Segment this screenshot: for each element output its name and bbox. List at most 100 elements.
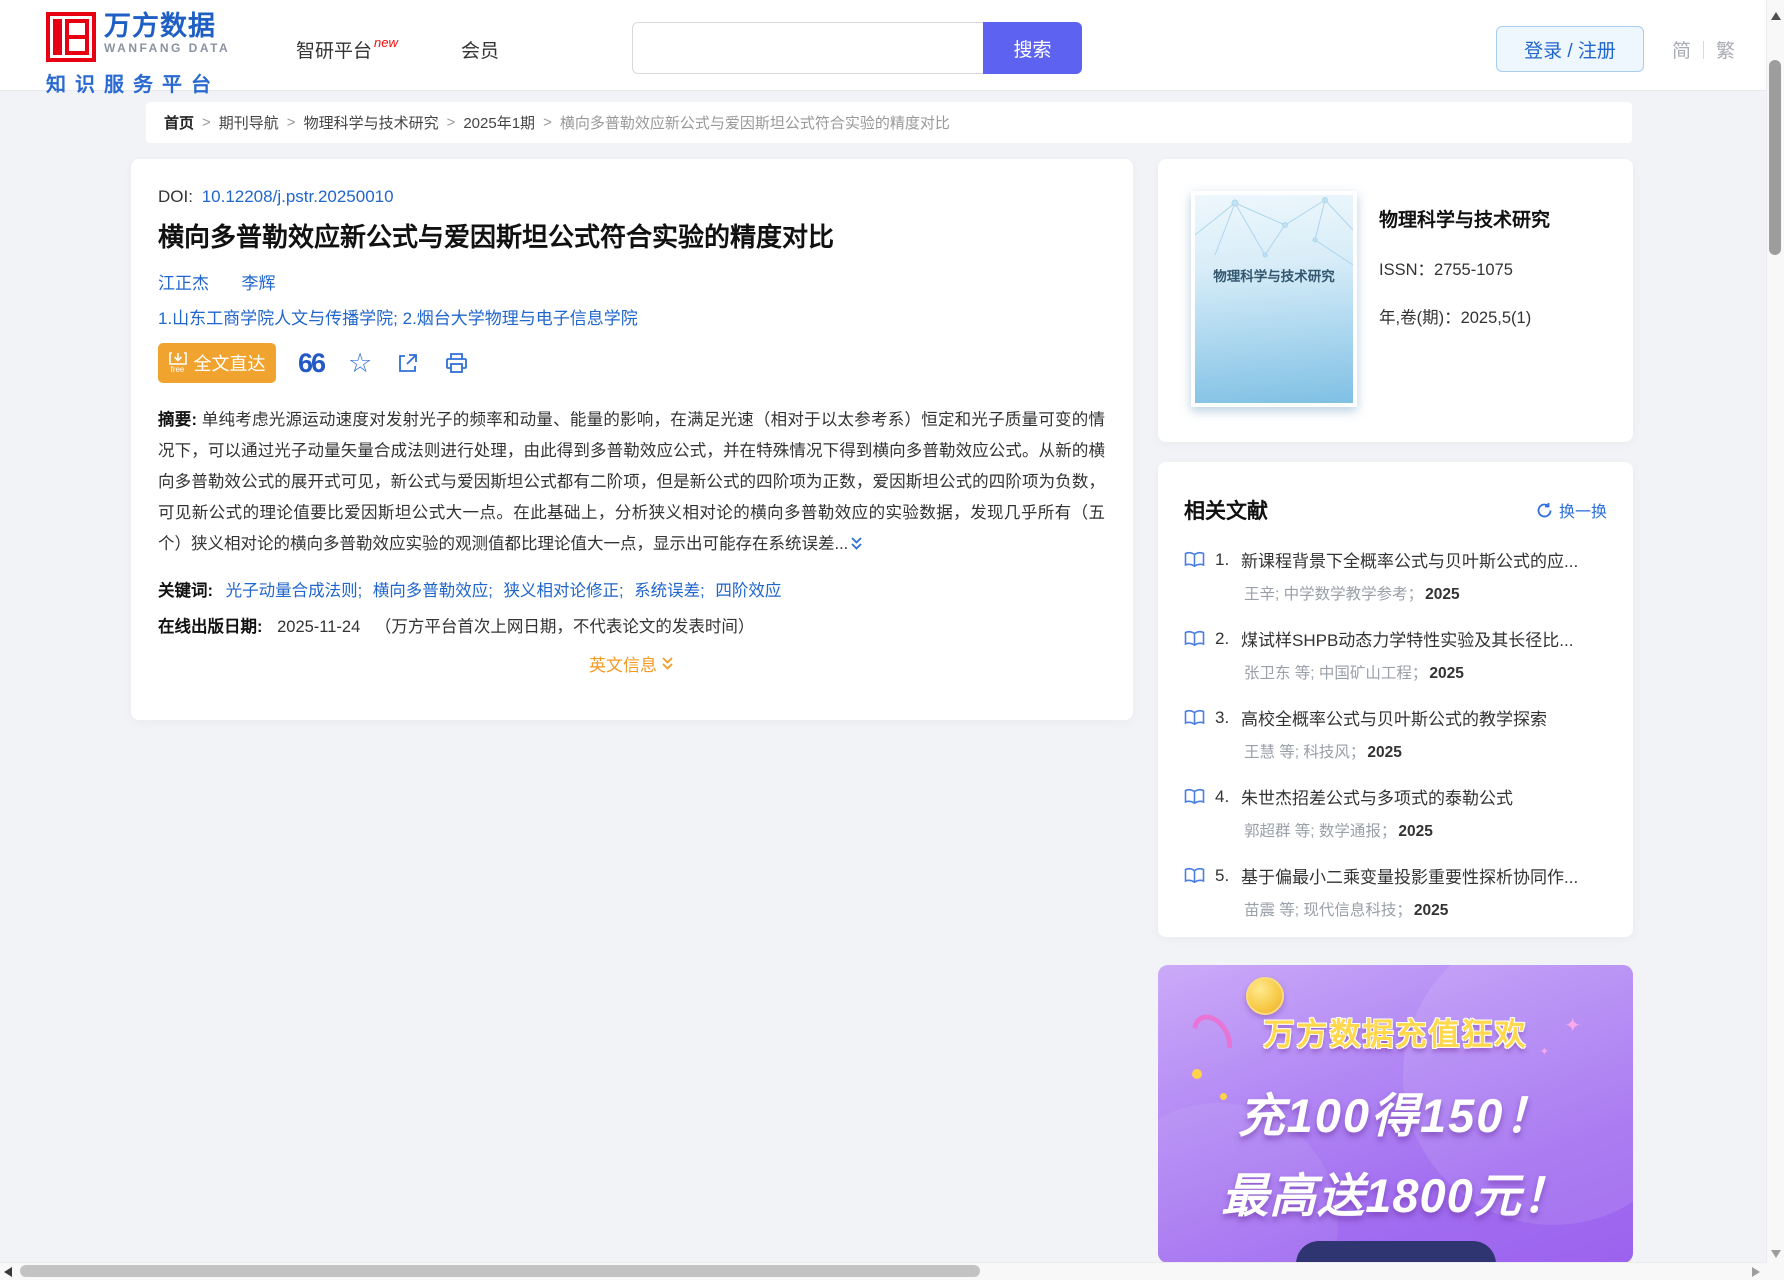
breadcrumb-separator: > <box>202 114 211 131</box>
pubdate-value: 2025-11-24 <box>277 618 361 636</box>
list-item: 3. 高校全概率公式与贝叶斯公式的教学探索 王慧 等; 科技风； 2025 <box>1184 705 1607 762</box>
online-pubdate-row: 在线出版日期: 2025-11-24 （万方平台首次上网日期，不代表论文的发表时… <box>158 613 1105 637</box>
breadcrumb-home[interactable]: 首页 <box>164 112 194 133</box>
author-link[interactable]: 李辉 <box>241 274 275 293</box>
brand-subtitle: 知识服务平台 <box>46 74 220 96</box>
related-item-number: 4. <box>1215 786 1230 806</box>
breadcrumb-separator: > <box>543 114 552 131</box>
lang-divider <box>1703 40 1705 59</box>
english-info-label: 英文信息 <box>589 656 657 675</box>
keyword-separator: ; <box>618 582 624 600</box>
book-icon <box>1184 788 1205 805</box>
doi-link[interactable]: 10.12208/j.pstr.20250010 <box>202 187 394 206</box>
related-item-title[interactable]: 朱世杰招差公式与多项式的泰勒公式 <box>1241 784 1607 809</box>
keyword-link[interactable]: 系统误差 <box>634 582 700 600</box>
related-item-number: 5. <box>1215 865 1230 885</box>
horizontal-scroll-thumb[interactable] <box>20 1265 980 1277</box>
keyword-link[interactable]: 狭义相对论修正 <box>503 582 619 600</box>
abstract-label: 摘要: <box>158 411 197 429</box>
new-badge: new <box>374 35 398 50</box>
brand-name: 万方数据 <box>104 11 216 41</box>
recharge-promo-banner[interactable]: ✦ ✦ 万方数据充值狂欢 充100得150！ 最高送1800元！ <box>1158 965 1633 1263</box>
scroll-left-arrow[interactable] <box>4 1267 12 1277</box>
lang-traditional[interactable]: 繁 <box>1716 36 1735 63</box>
search-bar: 搜索 <box>632 22 1082 74</box>
lang-simplified[interactable]: 简 <box>1672 36 1691 63</box>
page: 万方数据 WANFANG DATA 知识服务平台 智研平台 new 会员 搜索 登… <box>0 0 1784 1280</box>
related-literature-card: 相关文献 换一换 1. 新课程背景下全概率公式与贝叶斯公式的应... 王辛; 中… <box>1158 462 1633 937</box>
related-item-year: 2025 <box>1367 744 1402 761</box>
promo-headline: 万方数据充值狂欢 <box>1263 1017 1528 1052</box>
article-title: 横向多普勒效应新公式与爱因斯坦公式符合实验的精度对比 <box>158 222 835 252</box>
vertical-scroll-thumb[interactable] <box>1769 60 1781 255</box>
breadcrumb-issue[interactable]: 2025年1期 <box>463 112 535 133</box>
share-icon[interactable] <box>396 351 420 375</box>
related-item-title[interactable]: 煤试样SHPB动态力学特性实验及其长径比... <box>1241 626 1607 651</box>
affiliations: 1.山东工商学院人文与传播学院; 2.烟台大学物理与电子信息学院 <box>158 309 638 328</box>
header: 万方数据 WANFANG DATA 知识服务平台 智研平台 new 会员 搜索 登… <box>0 0 1784 96</box>
keyword-link[interactable]: 四阶效应 <box>715 582 781 600</box>
download-free-icon: free <box>168 352 187 374</box>
related-item-source: 郭超群 等; 数学通报； 2025 <box>1244 819 1607 841</box>
book-icon <box>1184 867 1205 884</box>
english-info-toggle[interactable]: 英文信息 <box>589 651 674 676</box>
keywords-row: 关键词: 光子动量合成法则; 横向多普勒效应; 狭义相对论修正; 系统误差; 四… <box>158 577 1105 601</box>
search-input[interactable] <box>632 22 984 74</box>
search-button[interactable]: 搜索 <box>983 22 1082 74</box>
book-icon <box>1184 709 1205 726</box>
language-toggle: 简 繁 <box>1672 36 1735 63</box>
keyword-separator: ; <box>700 582 705 600</box>
breadcrumb: 首页 > 期刊导航 > 物理科学与技术研究 > 2025年1期 > 横向多普勒效… <box>146 102 1632 143</box>
nav-member[interactable]: 会员 <box>461 36 499 63</box>
related-item-title[interactable]: 高校全概率公式与贝叶斯公式的教学探索 <box>1241 705 1607 730</box>
journal-card: 物理科学与技术研究 物理科学与技术研究 ISSN：2755-1075 年,卷(期… <box>1158 159 1633 442</box>
related-list: 1. 新课程背景下全概率公式与贝叶斯公式的应... 王辛; 中学数学教学参考； 2… <box>1184 547 1607 920</box>
list-item: 4. 朱世杰招差公式与多项式的泰勒公式 郭超群 等; 数学通报； 2025 <box>1184 784 1607 841</box>
breadcrumb-journal[interactable]: 物理科学与技术研究 <box>304 112 439 133</box>
cite-icon[interactable]: 66 <box>298 349 326 377</box>
promo-offer-2: 最高送1800元！ <box>1221 1169 1570 1222</box>
horizontal-scrollbar[interactable] <box>0 1262 1766 1280</box>
keywords-label: 关键词: <box>158 582 213 600</box>
author-link[interactable]: 江正杰 <box>158 274 209 293</box>
journal-title[interactable]: 物理科学与技术研究 <box>1379 205 1550 232</box>
related-item-title[interactable]: 基于偏最小二乘变量投影重要性探析协同作... <box>1241 863 1607 888</box>
scroll-right-arrow[interactable] <box>1752 1267 1760 1277</box>
doi-row: DOI: 10.12208/j.pstr.20250010 <box>158 187 1105 207</box>
promo-action-button[interactable] <box>1295 1241 1496 1263</box>
wanfang-logo[interactable]: 万方数据 WANFANG DATA 知识服务平台 <box>46 12 276 97</box>
related-item-year: 2025 <box>1398 823 1433 840</box>
doi-label: DOI: <box>158 187 193 206</box>
fulltext-label: 全文直达 <box>193 354 266 374</box>
fulltext-button[interactable]: free 全文直达 <box>158 343 276 383</box>
breadcrumb-separator: > <box>286 114 296 131</box>
english-info-row: 英文信息 <box>158 651 1105 676</box>
related-title: 相关文献 <box>1184 500 1268 523</box>
keyword-link[interactable]: 横向多普勒效应 <box>373 582 489 600</box>
scroll-down-arrow[interactable] <box>1771 1250 1781 1258</box>
refresh-label: 换一换 <box>1558 504 1607 521</box>
login-register-button[interactable]: 登录 / 注册 <box>1496 26 1644 72</box>
related-item-authors: 苗震 等; 现代信息科技； <box>1244 902 1412 919</box>
print-icon[interactable] <box>444 351 469 375</box>
related-item-authors: 张卫东 等; 中国矿山工程； <box>1244 665 1428 682</box>
keyword-separator: ; <box>488 582 493 600</box>
favorite-star-icon[interactable]: ☆ <box>348 349 372 377</box>
breadcrumb-journal-nav[interactable]: 期刊导航 <box>219 112 279 133</box>
vertical-scrollbar[interactable] <box>1766 0 1784 1280</box>
breadcrumb-separator: > <box>446 114 456 131</box>
refresh-related-button[interactable]: 换一换 <box>1536 498 1607 522</box>
scroll-up-arrow[interactable] <box>1771 12 1781 20</box>
keyword-link[interactable]: 光子动量合成法则 <box>226 582 358 600</box>
expand-abstract-chevron-icon[interactable] <box>850 531 863 562</box>
book-icon <box>1184 551 1205 568</box>
related-item-authors: 王慧 等; 科技风； <box>1244 744 1366 761</box>
journal-cover-network-art <box>1195 197 1353 266</box>
volume-value: 2025,5(1) <box>1460 309 1532 327</box>
journal-cover[interactable]: 物理科学与技术研究 <box>1191 191 1357 407</box>
related-item-title[interactable]: 新课程背景下全概率公式与贝叶斯公式的应... <box>1241 547 1607 572</box>
chevron-down-icon <box>662 657 673 670</box>
nav-zhiyan-platform[interactable]: 智研平台 new <box>296 35 398 63</box>
volume-label: 年,卷(期)： <box>1379 309 1461 327</box>
list-item: 5. 基于偏最小二乘变量投影重要性探析协同作... 苗震 等; 现代信息科技； 2… <box>1184 863 1607 920</box>
